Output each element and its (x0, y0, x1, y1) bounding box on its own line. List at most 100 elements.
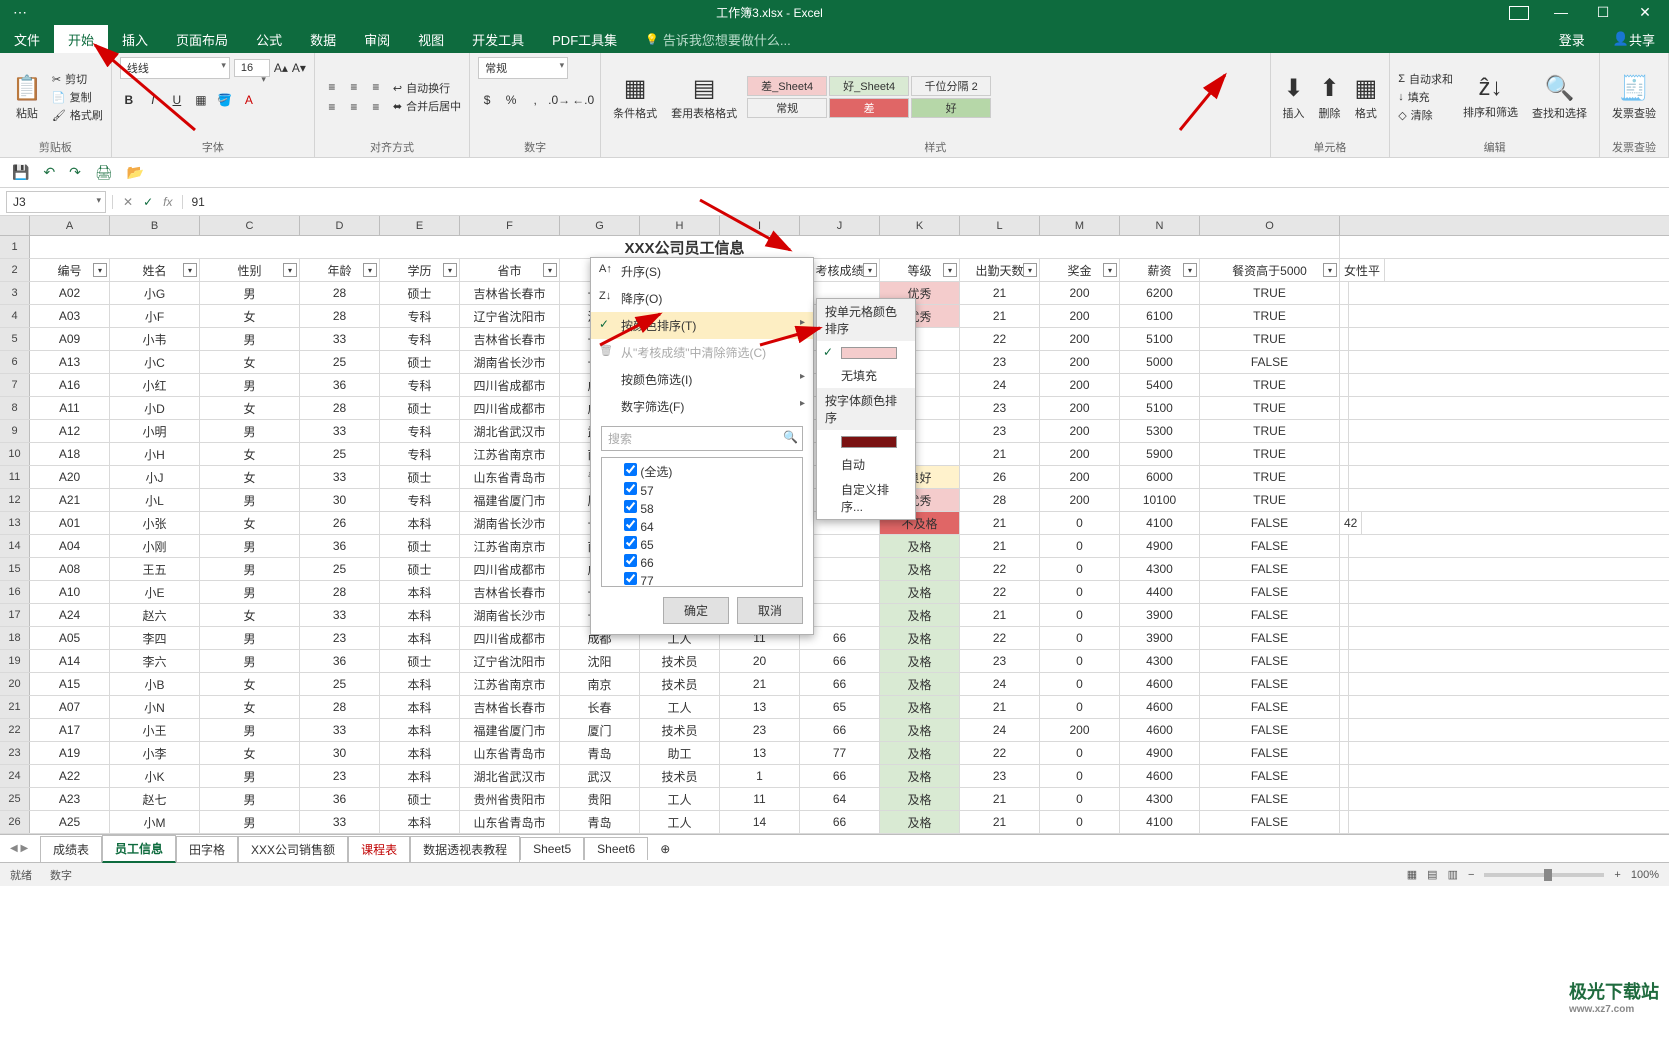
tell-me-box[interactable]: 告诉我您想要做什么... (631, 25, 805, 53)
data-cell[interactable]: A21 (30, 489, 110, 511)
filter-option[interactable]: 58 (606, 499, 798, 517)
data-cell[interactable]: 21 (960, 811, 1040, 833)
sheet-tab-employee[interactable]: 员工信息 (102, 835, 176, 863)
data-cell[interactable]: 青岛 (560, 811, 640, 833)
data-cell[interactable]: 66 (800, 650, 880, 672)
data-cell[interactable] (1340, 374, 1349, 396)
data-cell[interactable]: 男 (200, 650, 300, 672)
tab-page-layout[interactable]: 页面布局 (162, 25, 242, 53)
data-cell[interactable]: 及格 (880, 719, 960, 741)
column-header[interactable]: A (30, 216, 110, 235)
data-cell[interactable]: A09 (30, 328, 110, 350)
data-cell[interactable]: 30 (300, 742, 380, 764)
filter-dropdown-icon[interactable]: ▾ (283, 263, 297, 277)
clear-button[interactable]: ◇清除 (1398, 107, 1453, 123)
filter-dropdown-icon[interactable]: ▾ (863, 263, 877, 277)
column-header[interactable]: F (460, 216, 560, 235)
data-cell[interactable]: 4300 (1120, 788, 1200, 810)
data-cell[interactable]: 33 (300, 719, 380, 741)
data-cell[interactable] (1340, 558, 1349, 580)
data-cell[interactable]: 0 (1040, 581, 1120, 603)
italic-button[interactable]: I (144, 91, 162, 109)
auto-color-item[interactable]: 自动 (817, 452, 915, 477)
invoice-check-button[interactable]: 🧾发票查验 (1608, 72, 1660, 123)
data-cell[interactable]: A08 (30, 558, 110, 580)
data-cell[interactable] (1340, 581, 1349, 603)
data-cell[interactable]: 0 (1040, 788, 1120, 810)
data-cell[interactable]: 四川省成都市 (460, 558, 560, 580)
data-cell[interactable]: 24 (960, 673, 1040, 695)
column-header[interactable]: H (640, 216, 720, 235)
style-bad[interactable]: 差 (829, 98, 909, 118)
font-size-dropdown[interactable]: 16 (234, 59, 270, 77)
row-header[interactable]: 18 (0, 627, 30, 649)
data-cell[interactable]: FALSE (1200, 742, 1340, 764)
data-cell[interactable]: 小N (110, 696, 200, 718)
data-cell[interactable]: 22 (960, 581, 1040, 603)
data-cell[interactable] (1340, 328, 1349, 350)
data-cell[interactable]: 小王 (110, 719, 200, 741)
row-header[interactable]: 26 (0, 811, 30, 833)
data-cell[interactable]: 200 (1040, 489, 1120, 511)
data-cell[interactable]: 1 (720, 765, 800, 787)
header-cell[interactable]: 女性平 (1340, 259, 1385, 281)
underline-button[interactable]: U (168, 91, 186, 109)
font-color-button[interactable]: A (240, 91, 258, 109)
paste-button[interactable]: 📋粘贴 (8, 72, 46, 123)
column-header[interactable]: I (720, 216, 800, 235)
data-cell[interactable]: 4600 (1120, 719, 1200, 741)
data-cell[interactable]: 200 (1040, 443, 1120, 465)
data-cell[interactable]: 21 (960, 282, 1040, 304)
data-cell[interactable]: 36 (300, 788, 380, 810)
data-cell[interactable]: 及格 (880, 627, 960, 649)
data-cell[interactable]: 0 (1040, 604, 1120, 626)
data-cell[interactable]: 及格 (880, 696, 960, 718)
data-cell[interactable] (1340, 420, 1349, 442)
data-cell[interactable]: 小明 (110, 420, 200, 442)
align-middle-icon[interactable]: ≡ (345, 78, 363, 96)
tab-insert[interactable]: 插入 (108, 25, 162, 53)
data-cell[interactable]: FALSE (1200, 673, 1340, 695)
data-cell[interactable] (1340, 489, 1349, 511)
data-cell[interactable]: 13 (720, 696, 800, 718)
data-cell[interactable] (1340, 650, 1349, 672)
data-cell[interactable]: 硕士 (380, 558, 460, 580)
data-cell[interactable]: 0 (1040, 673, 1120, 695)
column-header[interactable]: C (200, 216, 300, 235)
data-cell[interactable]: 男 (200, 328, 300, 350)
ribbon-options-icon[interactable] (1509, 6, 1529, 20)
data-cell[interactable]: 女 (200, 512, 300, 534)
data-cell[interactable]: 66 (800, 811, 880, 833)
data-cell[interactable]: 6000 (1120, 466, 1200, 488)
filter-dropdown-icon[interactable]: ▾ (943, 263, 957, 277)
data-cell[interactable]: 21 (960, 604, 1040, 626)
row-header[interactable]: 13 (0, 512, 30, 534)
data-cell[interactable]: 小J (110, 466, 200, 488)
data-cell[interactable]: 李六 (110, 650, 200, 672)
data-cell[interactable]: 200 (1040, 351, 1120, 373)
filter-dropdown-icon[interactable]: ▾ (1183, 263, 1197, 277)
data-cell[interactable]: 4300 (1120, 558, 1200, 580)
data-cell[interactable]: 贵州省贵阳市 (460, 788, 560, 810)
insert-cells-button[interactable]: ⬇插入 (1279, 72, 1309, 123)
style-bad-sheet4[interactable]: 差_Sheet4 (747, 76, 827, 96)
data-cell[interactable]: 小G (110, 282, 200, 304)
column-header[interactable]: L (960, 216, 1040, 235)
data-cell[interactable]: 女 (200, 466, 300, 488)
data-cell[interactable] (1340, 282, 1349, 304)
data-cell[interactable]: 专科 (380, 420, 460, 442)
filter-dropdown-icon[interactable]: ▾ (363, 263, 377, 277)
data-cell[interactable]: 本科 (380, 673, 460, 695)
style-good[interactable]: 好 (911, 98, 991, 118)
filter-select-all[interactable]: (全选) (606, 462, 798, 481)
data-cell[interactable]: 女 (200, 351, 300, 373)
comma-icon[interactable]: , (526, 91, 544, 109)
data-cell[interactable]: 33 (300, 811, 380, 833)
row-header[interactable]: 22 (0, 719, 30, 741)
data-cell[interactable]: 4300 (1120, 650, 1200, 672)
data-cell[interactable]: 小M (110, 811, 200, 833)
data-cell[interactable]: 工人 (640, 811, 720, 833)
format-painter-button[interactable]: 🖌格式刷 (52, 107, 103, 123)
data-cell[interactable]: 21 (960, 443, 1040, 465)
data-cell[interactable]: 专科 (380, 443, 460, 465)
